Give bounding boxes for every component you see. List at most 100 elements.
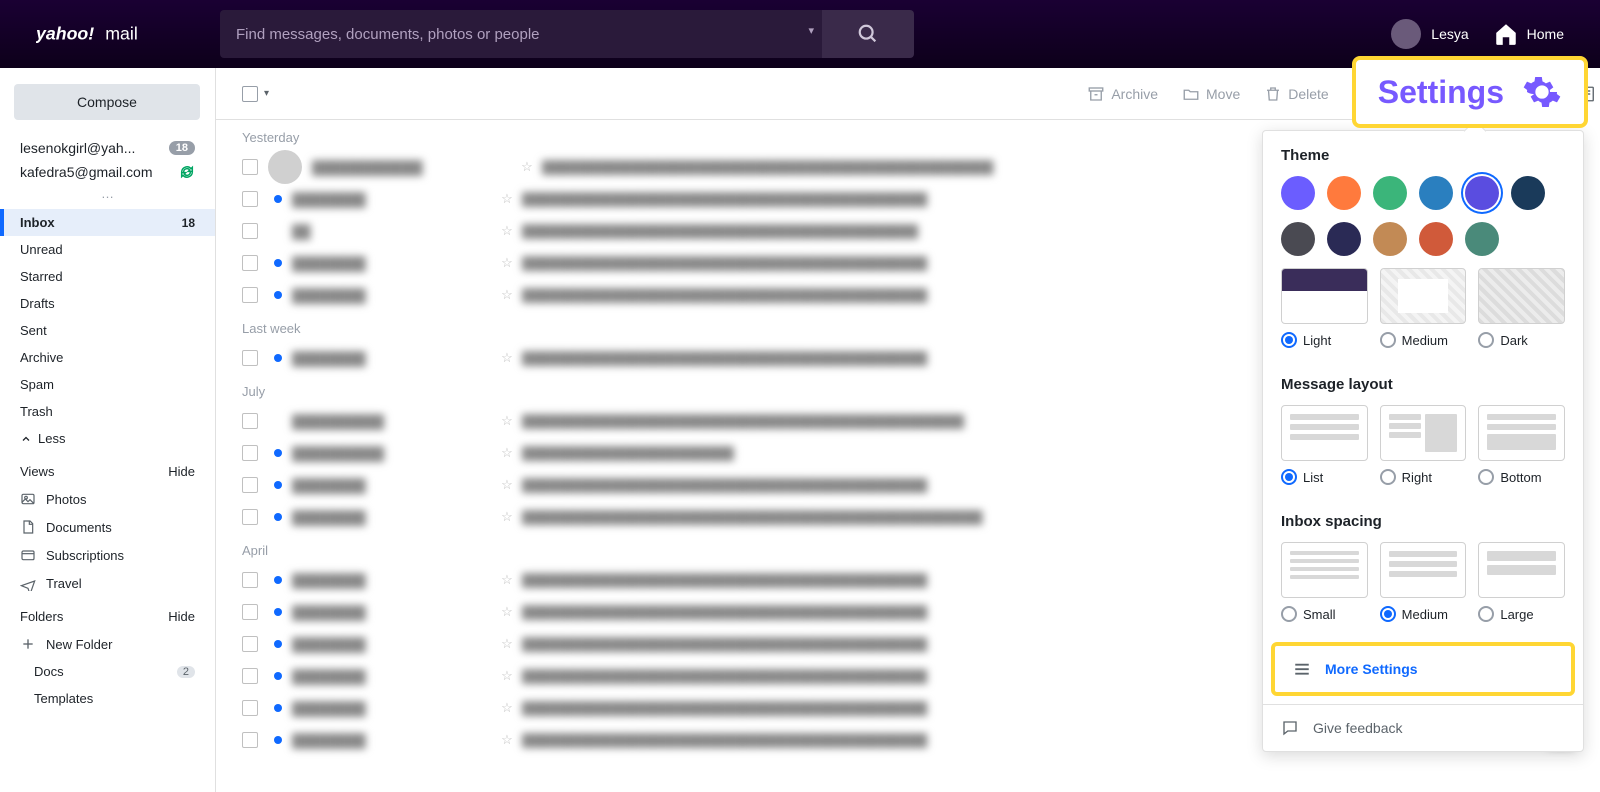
star-icon[interactable]: ☆ (492, 572, 522, 588)
star-icon[interactable]: ☆ (492, 287, 522, 303)
spacing-large-card[interactable] (1478, 542, 1565, 598)
settings-callout[interactable]: Settings (1352, 56, 1588, 128)
accounts-collapse[interactable]: … (0, 184, 215, 203)
view-documents[interactable]: Documents (0, 513, 215, 541)
theme-swatch[interactable] (1281, 176, 1315, 210)
home-link[interactable]: Home (1493, 21, 1564, 47)
spacing-medium-radio[interactable]: Medium (1380, 606, 1467, 622)
theme-swatch[interactable] (1327, 222, 1361, 256)
star-icon[interactable]: ☆ (492, 700, 522, 716)
star-icon[interactable]: ☆ (492, 509, 522, 525)
star-icon[interactable]: ☆ (492, 255, 522, 271)
theme-swatch[interactable] (1327, 176, 1361, 210)
mode-light-card[interactable] (1281, 268, 1368, 324)
star-icon[interactable]: ☆ (492, 223, 522, 239)
avatar (1391, 19, 1421, 49)
sidebar: Compose lesenokgirl@yah... 18 kafedra5@g… (0, 68, 216, 792)
compose-button[interactable]: Compose (14, 84, 200, 120)
mode-medium-card[interactable] (1380, 268, 1467, 324)
folder-drafts[interactable]: Drafts (0, 290, 215, 317)
archive-button[interactable]: Archive (1087, 85, 1158, 103)
unread-dot-icon (274, 481, 282, 489)
star-icon[interactable]: ☆ (492, 477, 522, 493)
star-icon[interactable]: ☆ (492, 413, 522, 429)
star-icon[interactable]: ☆ (512, 159, 542, 175)
folder-archive[interactable]: Archive (0, 344, 215, 371)
layout-list-card[interactable] (1281, 405, 1368, 461)
star-icon[interactable]: ☆ (492, 732, 522, 748)
spacing-small-radio[interactable]: Small (1281, 606, 1368, 622)
subscriptions-icon (20, 547, 36, 563)
account-menu[interactable]: Lesya (1391, 19, 1468, 49)
feedback-icon (1281, 719, 1299, 737)
star-icon[interactable]: ☆ (492, 636, 522, 652)
new-folder[interactable]: New Folder (0, 630, 215, 658)
select-dropdown-icon[interactable]: ▾ (264, 88, 269, 99)
view-travel[interactable]: Travel (0, 569, 215, 597)
theme-row-1 (1281, 176, 1565, 210)
theme-swatch[interactable] (1465, 176, 1499, 210)
unread-dot-icon (274, 736, 282, 744)
spacing-heading: Inbox spacing (1281, 513, 1565, 530)
mode-medium-radio[interactable]: Medium (1380, 332, 1467, 348)
folder-templates[interactable]: Templates (0, 685, 215, 712)
theme-swatch[interactable] (1373, 222, 1407, 256)
folder-sent[interactable]: Sent (0, 317, 215, 344)
spacing-large-radio[interactable]: Large (1478, 606, 1565, 622)
star-icon[interactable]: ☆ (492, 350, 522, 366)
layout-right-radio[interactable]: Right (1380, 469, 1467, 485)
layout-right-card[interactable] (1380, 405, 1467, 461)
theme-heading: Theme (1281, 147, 1565, 164)
more-settings-button[interactable]: More Settings (1271, 642, 1575, 696)
star-icon[interactable]: ☆ (492, 445, 522, 461)
mode-light-radio[interactable]: Light (1281, 332, 1368, 348)
yahoo-mail-logo[interactable]: yahoo!mail (36, 21, 178, 47)
folder-trash[interactable]: Trash (0, 398, 215, 425)
unread-dot-icon (274, 513, 282, 521)
give-feedback-button[interactable]: Give feedback (1263, 704, 1583, 751)
star-icon[interactable]: ☆ (492, 191, 522, 207)
theme-swatch[interactable] (1281, 222, 1315, 256)
theme-swatch[interactable] (1511, 176, 1545, 210)
views-header: Views Hide (0, 452, 215, 485)
mode-dark-radio[interactable]: Dark (1478, 332, 1565, 348)
unread-dot-icon (274, 672, 282, 680)
spacing-medium-card[interactable] (1380, 542, 1467, 598)
search-dropdown-icon[interactable]: ▾ (808, 24, 814, 37)
settings-title: Settings (1378, 74, 1504, 111)
view-photos[interactable]: Photos (0, 485, 215, 513)
view-subscriptions[interactable]: Subscriptions (0, 541, 215, 569)
folder-spam[interactable]: Spam (0, 371, 215, 398)
theme-swatch[interactable] (1419, 176, 1453, 210)
views-hide[interactable]: Hide (168, 464, 195, 479)
theme-swatch[interactable] (1373, 176, 1407, 210)
account-1[interactable]: kafedra5@gmail.com (0, 160, 215, 184)
search-input[interactable] (220, 10, 822, 58)
folder-starred[interactable]: Starred (0, 263, 215, 290)
layout-bottom-radio[interactable]: Bottom (1478, 469, 1565, 485)
folder-inbox[interactable]: Inbox 18 (0, 209, 215, 236)
travel-icon (20, 575, 36, 591)
star-icon[interactable]: ☆ (492, 668, 522, 684)
spacing-small-card[interactable] (1281, 542, 1368, 598)
mode-dark-card[interactable] (1478, 268, 1565, 324)
search-button[interactable] (822, 10, 914, 58)
select-all-checkbox[interactable] (242, 86, 258, 102)
gear-icon (1522, 72, 1562, 112)
layout-bottom-card[interactable] (1478, 405, 1565, 461)
unread-dot-icon (274, 291, 282, 299)
folder-docs[interactable]: Docs 2 (0, 658, 215, 685)
account-badge: 18 (169, 141, 195, 155)
theme-swatch[interactable] (1419, 222, 1453, 256)
folders-hide[interactable]: Hide (168, 609, 195, 624)
move-button[interactable]: Move (1182, 85, 1240, 103)
account-0[interactable]: lesenokgirl@yah... 18 (0, 136, 215, 160)
star-icon[interactable]: ☆ (492, 604, 522, 620)
folder-unread[interactable]: Unread (0, 236, 215, 263)
plus-icon (20, 636, 36, 652)
theme-swatch[interactable] (1465, 222, 1499, 256)
folders-less[interactable]: Less (0, 425, 215, 452)
delete-button[interactable]: Delete (1264, 85, 1328, 103)
layout-list-radio[interactable]: List (1281, 469, 1368, 485)
search-container: ▾ (220, 10, 914, 58)
